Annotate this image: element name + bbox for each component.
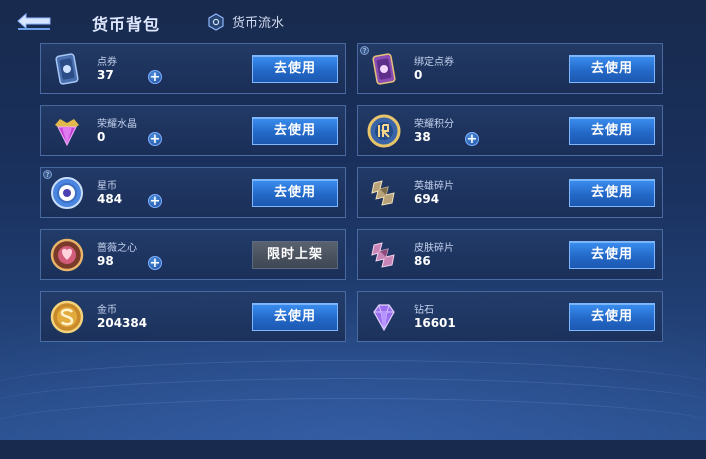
- currency-flow-label: 货币流水: [232, 16, 285, 31]
- currency-card-glory-points: 荣耀积分 38 + 去使用: [357, 105, 663, 156]
- diamond-icon: [373, 304, 395, 332]
- use-hero-fragment-button[interactable]: 去使用: [569, 179, 655, 207]
- currency-flow-link[interactable]: 货币流水: [208, 12, 284, 31]
- page-title: 货币背包: [92, 15, 161, 34]
- currency-card-skin-fragment: 皮肤碎片 86 去使用: [357, 229, 663, 280]
- currency-card-gold-coin: 金币 204384 去使用: [40, 291, 346, 342]
- currency-amount: 16601: [414, 316, 456, 330]
- add-glory-points-button[interactable]: +: [465, 132, 479, 146]
- back-button[interactable]: [14, 10, 54, 32]
- currency-card-star-coin: ? 星币 484 + 去使用: [40, 167, 346, 218]
- currency-name: 英雄碎片: [414, 181, 454, 192]
- glory-crystal-icon: [55, 119, 79, 147]
- currency-name: 钻石: [414, 305, 434, 316]
- currency-name: 点券: [97, 57, 117, 68]
- add-star-coin-button[interactable]: +: [148, 194, 162, 208]
- currency-name: 蔷薇之心: [97, 243, 137, 254]
- use-bound-coupon-button[interactable]: 去使用: [569, 55, 655, 83]
- currency-flow-icon: [208, 12, 224, 31]
- currency-amount: 38: [414, 130, 431, 144]
- gold-coin-icon: [50, 300, 84, 334]
- currency-amount: 37: [97, 68, 114, 82]
- use-skin-fragment-button[interactable]: 去使用: [569, 241, 655, 269]
- currency-name: 绑定点券: [414, 57, 454, 68]
- glory-points-icon: [367, 114, 401, 148]
- currency-name: 金币: [97, 305, 117, 316]
- currency-amount: 98: [97, 254, 114, 268]
- currency-card-bound-coupon: ? 绑定点券 0 去使用: [357, 43, 663, 94]
- currency-amount: 0: [97, 130, 106, 144]
- use-star-coin-button[interactable]: 去使用: [252, 179, 338, 207]
- hero-fragment-icon: [371, 180, 395, 206]
- add-rose-heart-button[interactable]: +: [148, 256, 162, 270]
- currency-card-diamond: 钻石 16601 去使用: [357, 291, 663, 342]
- use-glory-crystal-button[interactable]: 去使用: [252, 117, 338, 145]
- currency-amount: 86: [414, 254, 431, 268]
- use-glory-points-button[interactable]: 去使用: [569, 117, 655, 145]
- currency-amount: 484: [97, 192, 123, 206]
- use-diamond-button[interactable]: 去使用: [569, 303, 655, 331]
- currency-card-hero-fragment: 英雄碎片 694 去使用: [357, 167, 663, 218]
- rose-heart-icon: [50, 238, 84, 272]
- currency-card-glory-crystal: 荣耀水晶 0 + 去使用: [40, 105, 346, 156]
- coupon-icon: [55, 53, 79, 85]
- currency-name: 荣耀水晶: [97, 119, 137, 130]
- currency-card-coupon: 点券 37 + 去使用: [40, 43, 346, 94]
- currency-name: 荣耀积分: [414, 119, 454, 130]
- limited-time-badge: 限时上架: [252, 241, 338, 269]
- add-coupon-button[interactable]: +: [148, 70, 162, 84]
- use-gold-coin-button[interactable]: 去使用: [252, 303, 338, 331]
- add-glory-crystal-button[interactable]: +: [148, 132, 162, 146]
- currency-card-rose-heart: 蔷薇之心 98 + 限时上架: [40, 229, 346, 280]
- bound-coupon-icon: [372, 53, 396, 85]
- back-arrow-icon: [17, 12, 51, 30]
- background-wave: [0, 398, 706, 459]
- currency-amount: 0: [414, 68, 423, 82]
- skin-fragment-icon: [371, 242, 395, 268]
- currency-amount: 204384: [97, 316, 148, 330]
- currency-amount: 694: [414, 192, 440, 206]
- use-coupon-button[interactable]: 去使用: [252, 55, 338, 83]
- star-coin-icon: [51, 177, 83, 209]
- header-bar: 货币背包 货币流水: [0, 0, 706, 40]
- currency-name: 星币: [97, 181, 117, 192]
- currency-name: 皮肤碎片: [414, 243, 454, 254]
